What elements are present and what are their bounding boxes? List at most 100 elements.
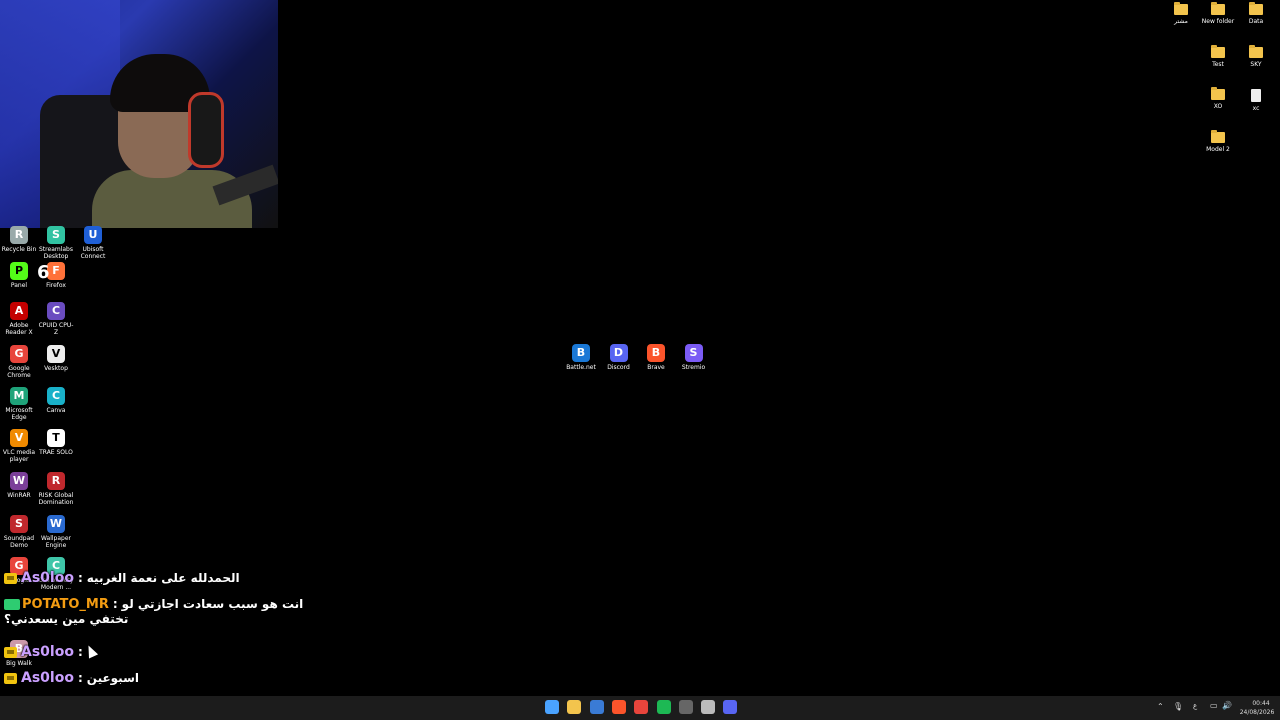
desktop-icon[interactable]: D Discord bbox=[600, 344, 638, 371]
chat-username: POTATO_MR bbox=[22, 597, 109, 612]
adobe-icon: A bbox=[10, 302, 28, 320]
vesktop-icon: V bbox=[47, 345, 65, 363]
windows-start-icon[interactable] bbox=[545, 700, 559, 714]
desktop-icon[interactable]: G Google Chrome bbox=[0, 345, 38, 380]
desktop-icon[interactable]: Model 2 bbox=[1199, 130, 1237, 153]
desktop-icon[interactable]: R RISK Global Domination bbox=[37, 472, 75, 507]
headset-icon bbox=[188, 92, 224, 168]
desktop-icon-label: RISK Global Domination bbox=[38, 492, 74, 507]
desktop-icon[interactable]: W Wallpaper Engine bbox=[37, 515, 75, 550]
desktop-icon-label: XO bbox=[1213, 103, 1223, 110]
brave-icon: B bbox=[647, 344, 665, 362]
desktop-icon-label: Soundpad Demo bbox=[3, 535, 35, 550]
spotify-icon[interactable] bbox=[656, 700, 671, 714]
streamlabs-icon: S bbox=[47, 226, 65, 244]
crown-badge-icon bbox=[4, 647, 17, 658]
desktop-icon[interactable]: A Adobe Reader X bbox=[0, 302, 38, 337]
desktop-icon[interactable]: B Battle.net bbox=[562, 344, 600, 371]
chat-message: As0loo: اسبوعين bbox=[4, 670, 139, 686]
desktop-icon[interactable]: M Microsoft Edge bbox=[0, 387, 38, 422]
kick-overlay-digit: 6 bbox=[37, 262, 50, 283]
desktop-icon-label: Stremio bbox=[681, 364, 706, 371]
desktop-icon[interactable]: R Recycle Bin bbox=[0, 226, 38, 253]
folder-icon bbox=[1211, 2, 1225, 15]
desktop-icon[interactable]: W WinRAR bbox=[0, 472, 38, 499]
vlc-icon: V bbox=[10, 429, 28, 447]
desktop-icon-label: Google Chrome bbox=[7, 365, 31, 380]
desktop-icon-label: Discord bbox=[607, 364, 630, 371]
file-explorer-icon[interactable] bbox=[567, 700, 582, 714]
crown-badge-icon bbox=[4, 573, 17, 584]
clock-date[interactable]: 24/08/2026 bbox=[1238, 709, 1276, 716]
calendar-icon[interactable] bbox=[589, 700, 604, 714]
desktop-icon[interactable]: T TRAE SOLO bbox=[37, 429, 75, 456]
desktop-icon[interactable]: SKY bbox=[1237, 45, 1275, 68]
desktop-icon-label: Vesktop bbox=[44, 365, 68, 372]
desktop-icon[interactable]: Test bbox=[1199, 45, 1237, 68]
chat-username: As0loo bbox=[21, 644, 74, 660]
chat-message: As0loo: bbox=[4, 644, 87, 660]
folder-icon bbox=[1211, 45, 1225, 58]
desktop-icon-label: TRAE SOLO bbox=[39, 449, 73, 456]
desktop-icon-label: Model 2 bbox=[1206, 146, 1230, 153]
desktop-icon[interactable]: New folder bbox=[1199, 2, 1237, 25]
chat-message: POTATO_MR: انت هو سبب سعادت اجازتي لو تخت… bbox=[4, 597, 324, 626]
cpuz-icon: C bbox=[47, 302, 65, 320]
file-icon bbox=[1251, 89, 1261, 102]
folder-icon bbox=[1249, 45, 1263, 58]
desktop-icon-label: Panel bbox=[10, 282, 28, 289]
desktop-icon[interactable]: S Stremio bbox=[675, 344, 713, 371]
desktop-icon[interactable]: U Ubisoft Connect bbox=[74, 226, 112, 261]
discord-icon[interactable] bbox=[723, 700, 738, 714]
desktop-icon[interactable]: P Panel bbox=[0, 262, 38, 289]
risk-icon: R bbox=[47, 472, 65, 490]
desktop-icon[interactable]: xc bbox=[1237, 89, 1275, 112]
chat-separator: : bbox=[77, 671, 83, 685]
sub-badge-icon bbox=[4, 599, 20, 610]
chat-separator: : bbox=[112, 597, 118, 611]
desktop-icon-label: VLC media player bbox=[2, 449, 36, 464]
desktop-icon[interactable]: V Vesktop bbox=[37, 345, 75, 372]
desktop-icon-label: WinRAR bbox=[7, 492, 31, 499]
soundpad-icon: S bbox=[10, 515, 28, 533]
desktop-icon-label: CPUID CPU-Z bbox=[38, 322, 74, 337]
settings-icon[interactable] bbox=[701, 700, 716, 714]
desktop-icon[interactable]: C CPUID CPU-Z bbox=[37, 302, 75, 337]
desktop-icon-label: Test bbox=[1212, 61, 1224, 68]
tray-language[interactable]: ع bbox=[1193, 703, 1197, 710]
kick-icon: P bbox=[10, 262, 28, 280]
desktop-icon-label: Data bbox=[1248, 18, 1264, 25]
chrome-icon[interactable] bbox=[634, 700, 649, 714]
obs-icon[interactable] bbox=[678, 700, 693, 714]
microphone-icon[interactable]: 🎙 bbox=[1173, 703, 1183, 711]
discord-icon: D bbox=[609, 344, 628, 362]
desktop-icon-label: Wallpaper Engine bbox=[40, 535, 71, 550]
desktop-icon[interactable]: V VLC media player bbox=[0, 429, 38, 464]
clock-time[interactable]: 00:44 bbox=[1246, 700, 1276, 707]
desktop-icon[interactable]: مشتر bbox=[1162, 2, 1200, 25]
trae-icon: T bbox=[47, 429, 65, 447]
folder-icon bbox=[1249, 2, 1263, 15]
chat-separator: : bbox=[77, 645, 83, 659]
desktop-icon[interactable]: S Soundpad Demo bbox=[0, 515, 38, 550]
volume-icon[interactable]: 🔊 bbox=[1222, 702, 1232, 710]
desktop-icon[interactable]: C Canva bbox=[37, 387, 75, 414]
desktop-icon-label: SKY bbox=[1250, 61, 1262, 68]
folder-icon bbox=[1174, 2, 1188, 15]
desktop-icon-label: Big Walk bbox=[6, 660, 32, 667]
desktop-icon-label: مشتر bbox=[1174, 18, 1188, 25]
desktop-icon[interactable]: Data bbox=[1237, 2, 1275, 25]
desktop-icon-label: Streamlabs Desktop bbox=[39, 246, 73, 261]
wallpaper-engine-icon: W bbox=[47, 515, 65, 533]
desktop-icon[interactable]: S Streamlabs Desktop bbox=[37, 226, 75, 261]
network-icon[interactable]: ▭ bbox=[1210, 702, 1218, 710]
tray-chevron-icon[interactable]: ⌃ bbox=[1157, 703, 1164, 711]
desktop-icon[interactable]: XO bbox=[1199, 87, 1237, 110]
desktop-icon-label: New folder bbox=[1201, 18, 1235, 25]
desktop-icon[interactable]: B Brave bbox=[637, 344, 675, 371]
desktop-icon-label: Microsoft Edge bbox=[5, 407, 33, 422]
firefox-icon: F bbox=[47, 262, 65, 280]
brave-icon[interactable] bbox=[611, 700, 626, 714]
folder-icon bbox=[1211, 87, 1225, 100]
desktop-icon-label: Ubisoft Connect bbox=[80, 246, 106, 261]
